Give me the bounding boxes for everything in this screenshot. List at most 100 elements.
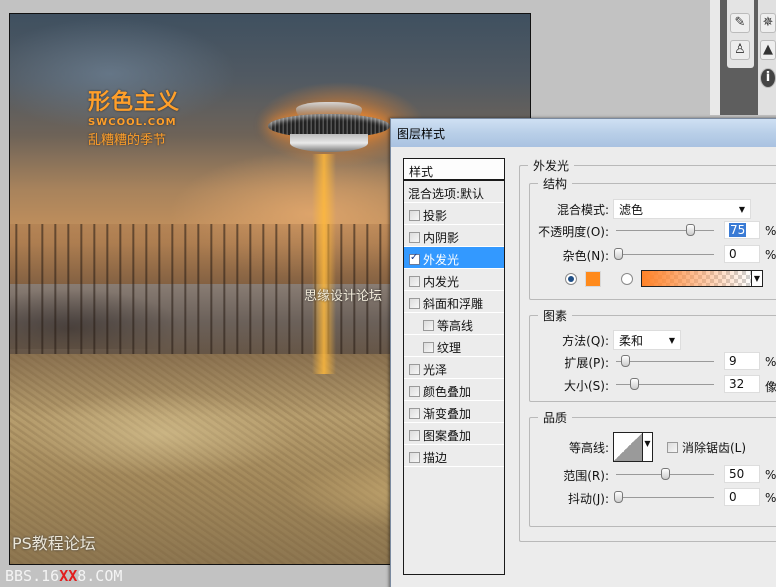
- spread-label: 扩展(P):: [564, 356, 609, 370]
- blending-options-item[interactable]: 混合选项:默认: [404, 181, 504, 203]
- dialog-titlebar[interactable]: 图层样式: [391, 119, 776, 147]
- style-item[interactable]: 纹理: [404, 335, 504, 357]
- canvas-logo: 形色主义 SWCOOL.COM 乱糟糟的季节: [88, 84, 180, 148]
- technique-select[interactable]: 柔和 ▼: [613, 330, 681, 350]
- navigator-icon[interactable]: ✵: [760, 13, 776, 33]
- glow-color-swatch[interactable]: [585, 270, 601, 287]
- style-item[interactable]: 外发光: [404, 247, 504, 269]
- blend-mode-label: 混合模式:: [556, 202, 609, 217]
- dialog-body: 样式 混合选项:默认 投影内阴影外发光内发光斜面和浮雕等高线纹理光泽颜色叠加渐变…: [391, 147, 776, 587]
- noise-slider[interactable]: [613, 248, 714, 260]
- style-item-label: 纹理: [437, 340, 462, 355]
- style-item[interactable]: 颜色叠加: [404, 379, 504, 401]
- style-item[interactable]: 描边: [404, 445, 504, 467]
- opacity-slider-thumb[interactable]: [685, 224, 695, 236]
- chevron-down-icon[interactable]: ▼: [751, 271, 762, 286]
- style-item[interactable]: 斜面和浮雕: [404, 291, 504, 313]
- range-input[interactable]: 50: [724, 465, 760, 483]
- spread-slider-thumb[interactable]: [620, 355, 630, 367]
- size-slider-thumb[interactable]: [629, 378, 639, 390]
- chevron-down-icon: ▼: [668, 335, 675, 345]
- style-item[interactable]: 光泽: [404, 357, 504, 379]
- watermark-bbs-suffix: 8.COM: [77, 567, 123, 585]
- noise-slider-thumb[interactable]: [613, 248, 623, 260]
- size-input[interactable]: 32: [724, 375, 760, 393]
- info-icon[interactable]: i: [760, 68, 776, 88]
- style-item-checkbox[interactable]: [409, 231, 420, 243]
- contour-label: 等高线:: [568, 440, 609, 455]
- style-item-checkbox[interactable]: [409, 252, 420, 265]
- outer-glow-panel: 外发光 结构 混合模式: 滤色 ▼ 不透明度(O): 75 % 杂色(N): 0…: [519, 157, 776, 587]
- palette-gap: [710, 0, 720, 115]
- opacity-input[interactable]: 75: [724, 221, 760, 239]
- opacity-slider[interactable]: [616, 224, 714, 236]
- style-items: 投影内阴影外发光内发光斜面和浮雕等高线纹理光泽颜色叠加渐变叠加图案叠加描边: [404, 203, 504, 467]
- style-item[interactable]: 等高线: [404, 313, 504, 335]
- blend-mode-value: 滤色: [619, 202, 644, 217]
- size-slider[interactable]: [616, 378, 714, 390]
- clone-source-icon[interactable]: ♙: [730, 40, 750, 60]
- logo-url: SWCOOL.COM: [88, 117, 177, 128]
- style-item-checkbox[interactable]: [423, 341, 434, 353]
- gradient-picker[interactable]: ▼: [641, 270, 763, 287]
- spread-slider-track: [616, 361, 714, 362]
- outer-glow-title: 外发光: [533, 159, 570, 173]
- watermark-ps-forum: PS教程论坛: [12, 534, 96, 553]
- jitter-unit: %: [765, 491, 776, 505]
- logo-title: 形色主义: [88, 90, 181, 115]
- opacity-value: 75: [729, 223, 747, 237]
- style-item-checkbox[interactable]: [409, 363, 420, 375]
- style-item-label: 图案叠加: [423, 428, 472, 443]
- chevron-down-icon[interactable]: ▼: [642, 433, 652, 461]
- noise-input[interactable]: 0: [724, 245, 760, 263]
- structure-title: 结构: [543, 177, 568, 191]
- blend-mode-select[interactable]: 滤色 ▼: [613, 199, 751, 219]
- styles-header[interactable]: 样式: [404, 159, 504, 181]
- range-slider[interactable]: [616, 468, 714, 480]
- contour-preview: [614, 433, 642, 461]
- style-item-checkbox[interactable]: [409, 209, 420, 221]
- jitter-slider[interactable]: [613, 491, 714, 503]
- style-item-label: 内发光: [423, 274, 460, 289]
- jitter-input[interactable]: 0: [724, 488, 760, 506]
- style-item[interactable]: 内阴影: [404, 225, 504, 247]
- watermark-missyuan: 思缘设计论坛: [304, 289, 383, 304]
- style-item-label: 斜面和浮雕: [423, 296, 484, 311]
- style-item-checkbox[interactable]: [409, 275, 420, 287]
- opacity-label: 不透明度(O):: [538, 225, 609, 239]
- anti-alias-label: 消除锯齿(L): [682, 440, 747, 455]
- histogram-icon[interactable]: ▲: [760, 40, 776, 60]
- technique-row: 方法(Q): 柔和 ▼: [539, 330, 681, 350]
- style-item-label: 颜色叠加: [423, 384, 472, 399]
- style-item[interactable]: 投影: [404, 203, 504, 225]
- style-item-checkbox[interactable]: [409, 451, 420, 463]
- spread-row: 扩展(P):: [525, 354, 609, 371]
- style-item-label: 描边: [423, 450, 448, 465]
- style-item-label: 内阴影: [423, 230, 460, 245]
- style-item-checkbox[interactable]: [409, 429, 420, 441]
- style-item-checkbox[interactable]: [409, 385, 420, 397]
- noise-slider-track: [616, 254, 714, 255]
- contour-picker[interactable]: ▼: [613, 432, 653, 462]
- brush-presets-icon[interactable]: ✎: [730, 13, 750, 33]
- style-item[interactable]: 渐变叠加: [404, 401, 504, 423]
- style-item-label: 光泽: [423, 362, 448, 377]
- spread-input[interactable]: 9: [724, 352, 760, 370]
- solid-color-radio[interactable]: [565, 272, 577, 285]
- style-item[interactable]: 图案叠加: [404, 423, 504, 445]
- jitter-slider-track: [616, 497, 714, 498]
- gradient-radio[interactable]: [621, 272, 633, 285]
- range-slider-thumb[interactable]: [661, 468, 670, 480]
- jitter-slider-thumb[interactable]: [613, 491, 623, 503]
- style-item-checkbox[interactable]: [409, 297, 420, 309]
- technique-label: 方法(Q):: [562, 333, 609, 348]
- noise-label: 杂色(N):: [562, 249, 609, 263]
- spread-slider[interactable]: [616, 355, 714, 367]
- elements-title: 图素: [543, 309, 568, 323]
- size-unit: 像: [765, 380, 776, 394]
- style-item-checkbox[interactable]: [409, 407, 420, 419]
- anti-alias-checkbox[interactable]: [667, 441, 678, 453]
- style-item-checkbox[interactable]: [423, 319, 434, 331]
- styles-list: 样式 混合选项:默认 投影内阴影外发光内发光斜面和浮雕等高线纹理光泽颜色叠加渐变…: [403, 158, 505, 575]
- style-item[interactable]: 内发光: [404, 269, 504, 291]
